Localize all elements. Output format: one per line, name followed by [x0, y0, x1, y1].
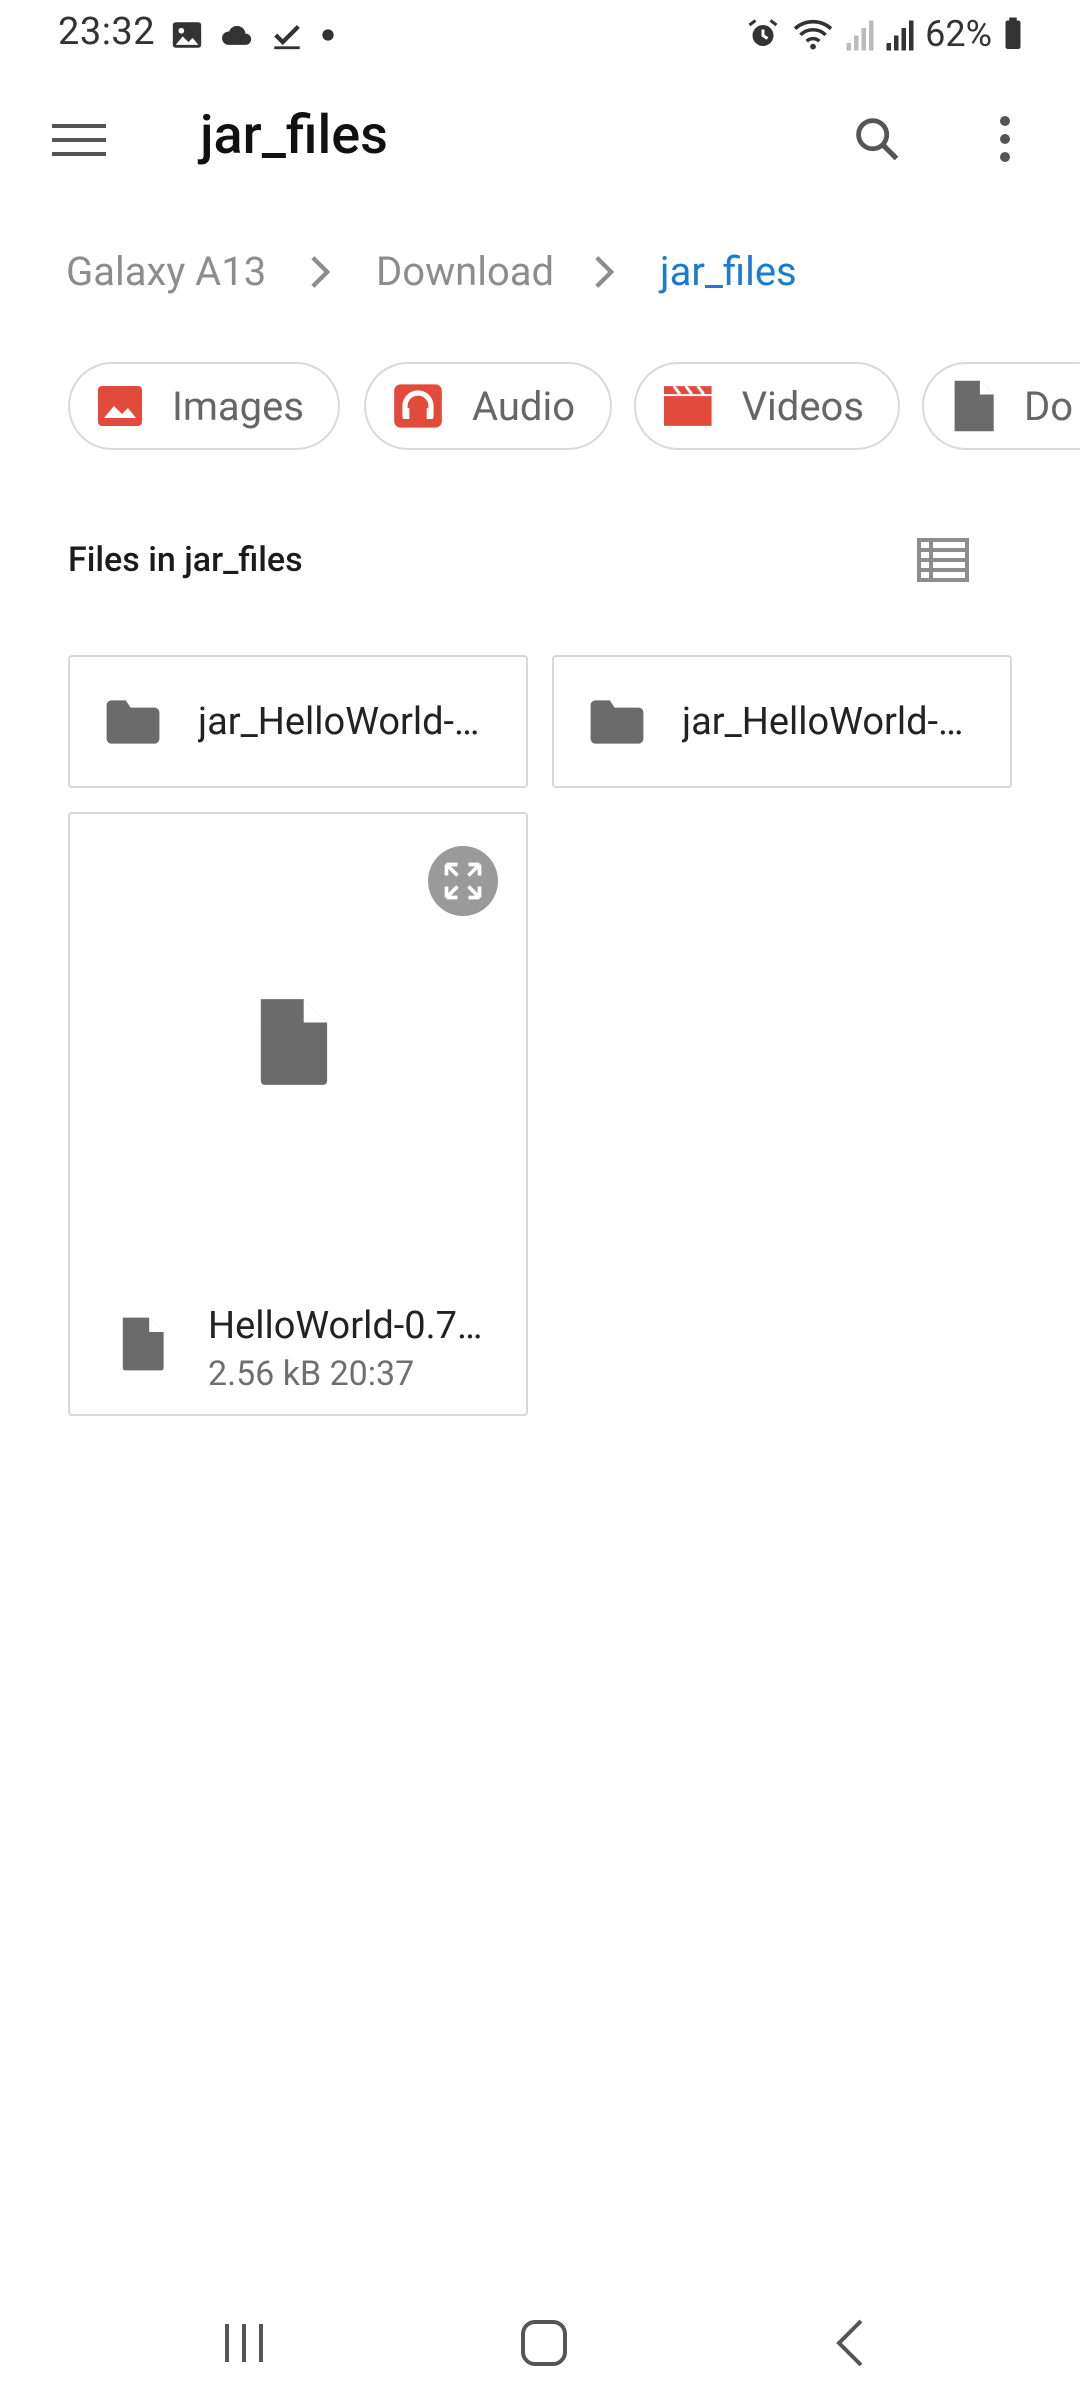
image-icon	[97, 386, 142, 426]
status-bar: 23:32 62%	[0, 0, 1080, 70]
folder-name: jar_HelloWorld-…	[198, 699, 480, 744]
chip-label: Images	[171, 382, 304, 430]
folder-icon	[106, 699, 160, 744]
chip-label: Audio	[472, 382, 576, 430]
back-icon	[836, 2319, 863, 2367]
status-left-icons	[170, 18, 338, 52]
file-meta: 2.56 kB 20:37	[208, 1354, 414, 1394]
folder-item[interactable]: jar_HelloWorld-…	[552, 655, 1012, 788]
folder-name: jar_HelloWorld-…	[682, 699, 964, 744]
signal-icon	[846, 20, 874, 51]
cloud-icon	[222, 25, 252, 45]
more-options-button[interactable]	[975, 104, 1035, 174]
breadcrumb-item-galaxy[interactable]: Galaxy A13	[66, 248, 266, 295]
search-button[interactable]	[842, 104, 912, 174]
file-name: HelloWorld-0.7…	[208, 1304, 483, 1348]
chevron-right-icon	[586, 248, 622, 296]
breadcrumb-item-download[interactable]: Download	[376, 248, 554, 295]
dot-icon	[322, 29, 334, 41]
signal-icon	[886, 20, 914, 51]
recents-button[interactable]	[214, 2318, 274, 2368]
wifi-icon	[793, 19, 833, 50]
menu-button[interactable]	[48, 110, 110, 170]
file-item[interactable]: HelloWorld-0.7… 2.56 kB 20:37	[68, 812, 528, 1416]
back-button[interactable]	[820, 2315, 880, 2371]
battery-percent: 62%	[925, 13, 992, 55]
hamburger-icon	[52, 124, 106, 156]
document-icon	[954, 380, 994, 432]
file-icon	[122, 1317, 164, 1371]
list-view-icon	[917, 538, 969, 582]
chip-label: Do	[1024, 382, 1074, 430]
alarm-icon	[748, 19, 778, 46]
more-vert-icon	[1000, 116, 1010, 162]
file-time: 20:37	[329, 1354, 415, 1394]
home-button[interactable]	[514, 2315, 574, 2371]
breadcrumb-item-jar-files[interactable]: jar_files	[660, 248, 797, 295]
battery-icon	[1005, 17, 1021, 49]
expand-preview-button[interactable]	[428, 846, 498, 916]
category-chip-images[interactable]: Images	[68, 362, 340, 450]
home-icon	[521, 2320, 567, 2366]
category-chip-audio[interactable]: Audio	[364, 362, 612, 450]
search-icon	[856, 118, 899, 161]
page-title: jar_files	[200, 104, 388, 167]
file-icon	[260, 999, 328, 1085]
category-chip-documents[interactable]: Do	[922, 362, 1080, 450]
status-time: 23:32	[58, 10, 156, 54]
file-size: 2.56 kB	[208, 1354, 322, 1394]
category-chip-videos[interactable]: Videos	[634, 362, 900, 450]
folder-item[interactable]: jar_HelloWorld-…	[68, 655, 528, 788]
clapperboard-icon	[663, 385, 712, 426]
folder-icon	[590, 699, 644, 744]
view-toggle-button[interactable]	[908, 530, 978, 590]
recents-icon	[225, 2324, 263, 2362]
headphones-icon	[394, 384, 442, 428]
chip-label: Videos	[741, 382, 864, 430]
check-icon	[274, 24, 300, 50]
expand-icon	[444, 862, 482, 900]
chevron-right-icon	[302, 248, 338, 296]
status-right-icons: 62%	[745, 13, 1024, 55]
image-icon	[172, 22, 202, 48]
files-section-title: Files in jar_files	[68, 540, 303, 580]
